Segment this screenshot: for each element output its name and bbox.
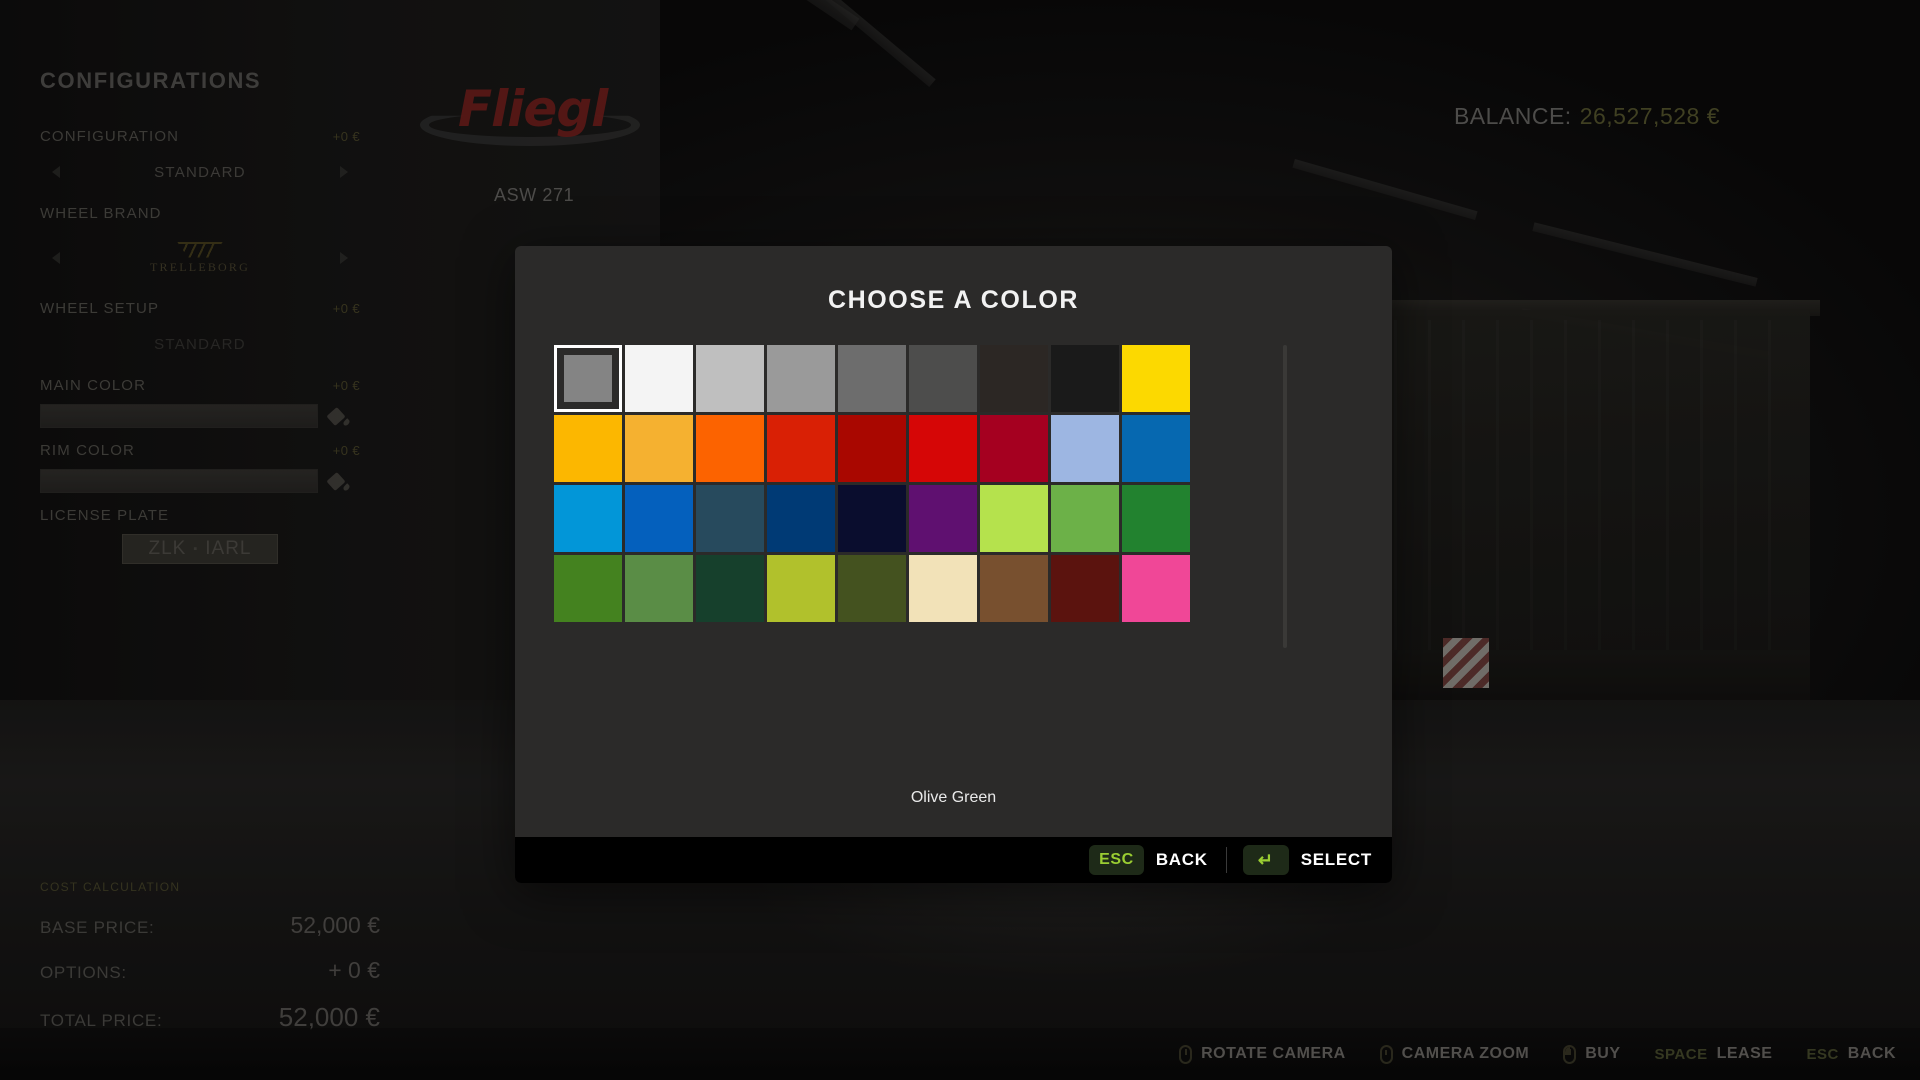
color-swatch[interactable] [979,555,1048,622]
color-swatch[interactable] [1121,555,1190,622]
color-swatch[interactable] [553,485,622,552]
dialog-select-label: SELECT [1300,850,1372,869]
color-swatch[interactable] [766,415,835,482]
color-swatch[interactable] [695,345,764,412]
color-swatch[interactable] [1121,485,1190,552]
color-swatch[interactable] [837,345,906,412]
color-swatch[interactable] [624,485,693,552]
color-swatch[interactable] [1121,415,1190,482]
choose-color-dialog: CHOOSE A COLOR Olive Green ESC BACK ↵ SE… [515,246,1392,883]
dialog-body: CHOOSE A COLOR Olive Green [515,246,1392,807]
dialog-back-label: BACK [1155,850,1208,869]
color-swatch[interactable] [979,485,1048,552]
color-swatch[interactable] [1121,345,1190,412]
color-swatch[interactable] [553,345,622,412]
color-swatch[interactable] [624,555,693,622]
color-swatch[interactable] [1050,555,1119,622]
color-swatch[interactable] [695,485,764,552]
color-swatch[interactable] [979,415,1048,482]
color-swatch[interactable] [908,555,977,622]
dialog-back-button[interactable]: ESC BACK [1089,845,1208,875]
color-swatch[interactable] [624,345,693,412]
color-swatch[interactable] [1050,485,1119,552]
enter-key-icon: ↵ [1242,845,1289,875]
esc-key-icon: ESC [1089,845,1144,875]
color-swatch[interactable] [695,415,764,482]
dialog-select-button[interactable]: ↵ SELECT [1242,845,1372,875]
color-swatch[interactable] [837,415,906,482]
dialog-footer: ESC BACK ↵ SELECT [515,837,1392,883]
color-swatch[interactable] [553,415,622,482]
selected-color-name: Olive Green [910,789,997,806]
dialog-title: CHOOSE A COLOR [827,286,1080,314]
color-swatch[interactable] [553,555,622,622]
color-grid-area [553,345,1354,695]
color-swatch[interactable] [837,555,906,622]
color-swatch[interactable] [908,345,977,412]
color-swatch[interactable] [695,555,764,622]
color-swatch[interactable] [1050,345,1119,412]
color-swatch[interactable] [979,345,1048,412]
configuration-screen: Fliegl ASW 271 BALANCE: 26,527,528 € CONF… [0,0,1920,1080]
color-swatch[interactable] [766,485,835,552]
color-swatch[interactable] [1050,415,1119,482]
color-swatch[interactable] [766,555,835,622]
color-swatch[interactable] [908,415,977,482]
footer-divider [1225,847,1227,873]
color-grid-scrollbar[interactable] [1282,345,1287,648]
color-swatch[interactable] [837,485,906,552]
color-swatch[interactable] [908,485,977,552]
color-swatch[interactable] [766,345,835,412]
color-swatch[interactable] [624,415,693,482]
color-swatch-grid[interactable] [553,345,1196,622]
